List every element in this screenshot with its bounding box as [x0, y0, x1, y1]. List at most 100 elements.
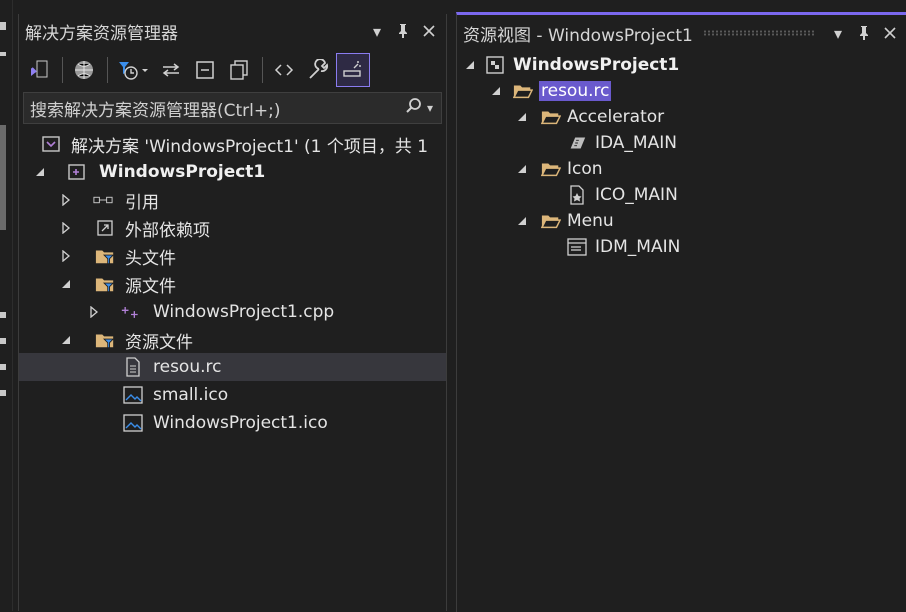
solution-icon [41, 134, 61, 154]
solution-explorer-title-bar[interactable]: 解决方案资源管理器 ▾ [19, 14, 446, 48]
search-icon[interactable] [405, 97, 423, 120]
accelerator-icon [567, 133, 587, 153]
resource-item-label: ICO_MAIN [595, 185, 678, 205]
solution-explorer-panel: 解决方案资源管理器 ▾ 搜索解决方案资源管理器(Ctrl+;) ▾ 解决方案 '… [18, 14, 447, 611]
tree-item-label: 源文件 [125, 276, 176, 297]
open-folder-icon [541, 159, 561, 179]
expanded-arrow-icon[interactable] [515, 214, 529, 228]
project-node[interactable]: WindowsProject1 [19, 158, 446, 186]
tree-item-source-files[interactable]: 源文件 [19, 270, 446, 298]
title-bar-grip [702, 30, 815, 36]
collapsed-arrow-icon[interactable] [59, 193, 73, 207]
resource-project-node[interactable]: WindowsProject1 [457, 51, 906, 79]
toolbar-separator [262, 57, 263, 83]
strip-scrollbar[interactable] [0, 125, 6, 230]
tree-item-header-files[interactable]: 头文件 [19, 242, 446, 270]
properties-wrench-icon[interactable] [302, 54, 334, 86]
resource-view-title-bar[interactable]: 资源视图 - WindowsProject1 ▾ [457, 15, 906, 51]
rc-label: resou.rc [539, 81, 612, 101]
references-icon [93, 190, 113, 210]
rc-file-icon [123, 357, 143, 377]
open-folder-icon [513, 81, 533, 101]
strip-marker [0, 338, 6, 344]
tree-item-references[interactable]: 引用 [19, 186, 446, 214]
collapsed-arrow-icon[interactable] [59, 221, 73, 235]
expanded-arrow-icon[interactable] [515, 162, 529, 176]
close-icon[interactable] [877, 20, 903, 46]
tree-item-label: 外部依赖项 [125, 220, 210, 241]
resource-view-panel: 资源视图 - WindowsProject1 ▾ WindowsProject1… [456, 12, 906, 612]
expanded-arrow-icon[interactable] [463, 58, 477, 72]
open-folder-icon [541, 211, 561, 231]
tree-item-project-ico[interactable]: WindowsProject1.ico [19, 409, 446, 437]
search-options-dropdown-icon[interactable]: ▾ [427, 101, 433, 115]
collapse-all-icon[interactable] [189, 54, 221, 86]
folder-label: Accelerator [567, 107, 665, 127]
collapsed-side-strip [0, 0, 13, 611]
preview-selected-items-icon[interactable] [336, 53, 370, 87]
expanded-arrow-icon[interactable] [59, 333, 73, 347]
search-placeholder: 搜索解决方案资源管理器(Ctrl+;) [30, 100, 281, 121]
resource-item-idm-main[interactable]: IDM_MAIN [457, 233, 906, 261]
folder-label: Icon [567, 159, 603, 179]
strip-marker [0, 312, 6, 318]
window-position-dropdown-icon[interactable]: ▾ [364, 18, 390, 44]
globe-icon[interactable] [68, 54, 100, 86]
tree-item-label: 引用 [125, 192, 159, 213]
cpp-file-icon [121, 302, 141, 322]
pin-icon[interactable] [851, 20, 877, 46]
expanded-arrow-icon[interactable] [489, 84, 503, 98]
tree-item-label: resou.rc [153, 357, 222, 377]
filter-folder-icon [95, 274, 115, 294]
toolbar-separator [62, 57, 63, 83]
show-all-files-icon[interactable] [223, 54, 255, 86]
expanded-arrow-icon[interactable] [33, 165, 47, 179]
solution-node[interactable]: 解决方案 'WindowsProject1' (1 个项目，共 1 [19, 130, 446, 158]
project-label: WindowsProject1 [513, 55, 680, 75]
menu-resource-icon [567, 237, 587, 257]
expanded-arrow-icon[interactable] [59, 277, 73, 291]
search-input[interactable]: 搜索解决方案资源管理器(Ctrl+;) ▾ [23, 92, 442, 124]
resource-folder-icon[interactable]: Icon [457, 155, 906, 183]
tree-item-resou-rc[interactable]: resou.rc [19, 353, 446, 381]
collapsed-arrow-icon[interactable] [59, 249, 73, 263]
collapsed-arrow-icon[interactable] [87, 305, 101, 319]
tree-item-small-ico[interactable]: small.ico [19, 381, 446, 409]
tree-item-resource-files[interactable]: 资源文件 [19, 326, 446, 354]
strip-pin-icon[interactable] [0, 22, 6, 30]
sync-with-document-icon[interactable] [155, 54, 187, 86]
solution-explorer-toolbar [19, 52, 446, 88]
tree-item-cpp-file[interactable]: WindowsProject1.cpp [19, 298, 446, 326]
filter-folder-icon [95, 246, 115, 266]
cpp-project-icon [67, 162, 87, 182]
pin-icon[interactable] [390, 18, 416, 44]
project-label: WindowsProject1 [99, 162, 266, 182]
folder-label: Menu [567, 211, 614, 231]
filter-folder-icon [95, 330, 115, 350]
tree-item-external-deps[interactable]: 外部依赖项 [19, 214, 446, 242]
pending-changes-filter-icon[interactable] [113, 54, 153, 86]
image-file-icon [123, 385, 143, 405]
resource-folder-menu[interactable]: Menu [457, 207, 906, 235]
image-file-icon [123, 413, 143, 433]
tree-item-label: WindowsProject1.cpp [153, 302, 335, 322]
resource-folder-accelerator[interactable]: Accelerator [457, 103, 906, 131]
strip-marker [0, 52, 6, 56]
resource-item-ico-main[interactable]: ICO_MAIN [457, 181, 906, 209]
switch-views-icon[interactable] [23, 54, 55, 86]
icon-resource-icon [567, 185, 587, 205]
external-dependencies-icon [95, 218, 115, 238]
solution-label: 解决方案 'WindowsProject1' (1 个项目，共 1 [71, 136, 429, 157]
strip-marker [0, 364, 6, 370]
view-code-icon[interactable] [268, 54, 300, 86]
resource-item-ida-main[interactable]: IDA_MAIN [457, 129, 906, 157]
close-icon[interactable] [416, 18, 442, 44]
resource-item-label: IDA_MAIN [595, 133, 677, 153]
tree-item-label: WindowsProject1.ico [153, 413, 328, 433]
strip-marker [0, 390, 6, 396]
open-folder-icon [541, 107, 561, 127]
resource-rc-node[interactable]: resou.rc [457, 77, 906, 105]
expanded-arrow-icon[interactable] [515, 110, 529, 124]
resource-project-icon [485, 55, 505, 75]
window-position-dropdown-icon[interactable]: ▾ [825, 20, 851, 46]
